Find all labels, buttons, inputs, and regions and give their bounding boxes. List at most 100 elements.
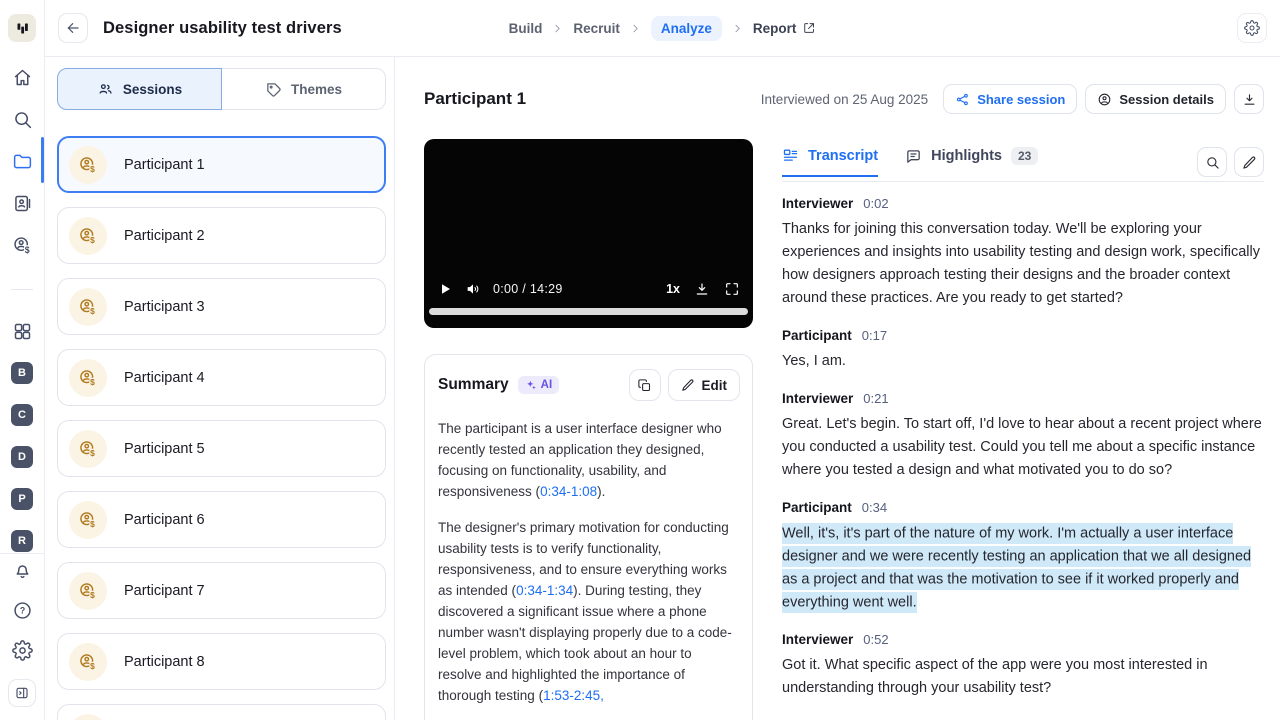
tab-highlights-label: Highlights	[931, 148, 1002, 164]
tab-themes-label: Themes	[290, 81, 343, 97]
apps-grid-icon[interactable]	[0, 319, 44, 343]
project-avatar-r[interactable]: R	[0, 529, 44, 553]
participant-list-item[interactable]: $ Participant 4	[57, 349, 386, 406]
project-avatar-p[interactable]: P	[0, 487, 44, 511]
copy-icon	[637, 378, 652, 393]
timestamp-link[interactable]: 0:34-1:08	[540, 484, 597, 499]
participant-list-item[interactable]: $ Participant 2	[57, 207, 386, 264]
timestamp-link[interactable]: 0:34-1:34	[516, 583, 573, 598]
video-player[interactable]: 0:00 / 14:29 1x	[424, 139, 753, 328]
project-avatar-b[interactable]: B	[0, 361, 44, 385]
participant-list-item[interactable]: $Participant 9	[57, 704, 386, 720]
highlights-count-badge: 23	[1011, 147, 1039, 165]
copy-summary-button[interactable]	[628, 369, 661, 401]
transcript-text[interactable]: Got it. What specific aspect of the app …	[782, 654, 1264, 700]
contacts-icon[interactable]	[0, 191, 44, 215]
participant-name: Participant 8	[124, 653, 205, 670]
play-button[interactable]	[437, 281, 453, 297]
participant-avatar-icon: $	[69, 571, 107, 610]
project-avatar-letter: D	[11, 446, 33, 468]
volume-icon[interactable]	[465, 281, 481, 297]
breadcrumb-item-build[interactable]: Build	[509, 21, 543, 36]
participant-avatar-icon: $	[69, 216, 107, 255]
highlighted-text[interactable]: Well, it's, it's part of the nature of m…	[782, 522, 1252, 613]
breadcrumb-item-analyze[interactable]: Analyze	[650, 15, 722, 41]
participant-payment-icon[interactable]: $	[0, 233, 44, 257]
timestamp[interactable]: 0:02	[863, 196, 888, 211]
speaker-name: Interviewer	[782, 196, 854, 211]
participant-name: Participant 3	[124, 298, 205, 315]
active-nav-indicator	[41, 137, 44, 183]
timestamp[interactable]: 0:52	[863, 632, 888, 647]
session-details-button[interactable]: Session details	[1085, 84, 1226, 114]
participant-name: Participant 1	[124, 156, 205, 173]
settings-icon[interactable]	[0, 638, 44, 662]
share-session-button[interactable]: Share session	[943, 84, 1078, 114]
video-seekbar[interactable]	[429, 308, 748, 315]
participant-list-item[interactable]: $ Participant 1	[57, 136, 386, 193]
participant-list-item[interactable]: $ Participant 7	[57, 562, 386, 619]
chevron-right-icon	[731, 22, 744, 35]
transcript-entry-header: Interviewer 0:21	[782, 391, 1264, 406]
timestamp[interactable]: 0:21	[863, 391, 888, 406]
summary-card: Summary AI Edit The participant is a use…	[424, 354, 753, 720]
playback-speed-button[interactable]: 1x	[666, 282, 680, 296]
back-button[interactable]	[58, 13, 88, 43]
bell-icon[interactable]	[0, 558, 44, 582]
participant-list-item[interactable]: $ Participant 3	[57, 278, 386, 335]
breadcrumb-item-report[interactable]: Report	[753, 21, 817, 36]
video-download-button[interactable]	[694, 281, 710, 297]
folder-icon[interactable]	[0, 149, 44, 173]
project-avatar-c[interactable]: C	[0, 403, 44, 427]
svg-text:$: $	[90, 519, 95, 529]
session-title: Participant 1	[424, 89, 527, 108]
search-icon[interactable]	[0, 107, 44, 131]
tag-icon	[265, 81, 282, 98]
edit-transcript-button[interactable]	[1234, 147, 1264, 177]
tab-themes[interactable]: Themes	[222, 68, 386, 110]
timestamp[interactable]: 0:17	[862, 328, 887, 343]
summary-body: The participant is a user interface desi…	[425, 401, 752, 706]
timestamp-link[interactable]: 1:53-2:45,	[543, 688, 604, 703]
person-circle-icon	[1097, 92, 1112, 107]
settings-button[interactable]	[1237, 13, 1267, 43]
edit-summary-button[interactable]: Edit	[667, 369, 740, 401]
transcript-list-icon	[782, 147, 799, 164]
svg-text:$: $	[90, 448, 95, 458]
breadcrumb-item-recruit[interactable]: Recruit	[573, 21, 620, 36]
home-icon[interactable]	[0, 65, 44, 89]
project-avatar-letter: C	[11, 404, 33, 426]
app-logo-icon[interactable]	[8, 14, 36, 42]
project-avatar-letter: B	[11, 362, 33, 384]
participant-avatar-icon: $	[69, 713, 107, 720]
help-icon[interactable]: ?	[0, 598, 44, 622]
timestamp[interactable]: 0:34	[862, 500, 887, 515]
rail-divider	[11, 289, 33, 290]
participant-avatar-icon: $	[69, 429, 107, 468]
transcript-text[interactable]: Great. Let's begin. To start off, I'd lo…	[782, 413, 1264, 482]
participant-list-item[interactable]: $ Participant 8	[57, 633, 386, 690]
svg-text:$: $	[90, 306, 95, 316]
transcript-text[interactable]: Yes, I am.	[782, 350, 1264, 373]
fullscreen-button[interactable]	[724, 281, 740, 297]
speaker-name: Interviewer	[782, 391, 854, 406]
download-icon	[1242, 92, 1257, 107]
transcript-text[interactable]: Thanks for joining this conversation tod…	[782, 218, 1264, 310]
pencil-icon	[681, 378, 695, 392]
collapse-sidebar-button[interactable]	[8, 679, 36, 707]
search-transcript-button[interactable]	[1197, 147, 1227, 177]
tab-sessions[interactable]: Sessions	[57, 68, 222, 110]
pencil-icon	[1242, 155, 1257, 170]
participant-list-item[interactable]: $ Participant 6	[57, 491, 386, 548]
transcript-entry: Interviewer 0:21 Great. Let's begin. To st…	[782, 391, 1264, 482]
tab-highlights[interactable]: Highlights 23	[905, 147, 1039, 176]
download-session-button[interactable]	[1234, 84, 1264, 114]
summary-paragraph: The designer's primary motivation for co…	[438, 520, 732, 703]
tab-transcript[interactable]: Transcript	[782, 147, 879, 177]
project-avatar-d[interactable]: D	[0, 445, 44, 469]
participant-list-item[interactable]: $ Participant 5	[57, 420, 386, 477]
transcript-text[interactable]: Well, it's, it's part of the nature of m…	[782, 522, 1264, 614]
transcript-content[interactable]: Interviewer 0:02 Thanks for joining this c…	[782, 182, 1264, 720]
svg-text:$: $	[90, 235, 95, 245]
ai-badge: AI	[517, 376, 560, 394]
